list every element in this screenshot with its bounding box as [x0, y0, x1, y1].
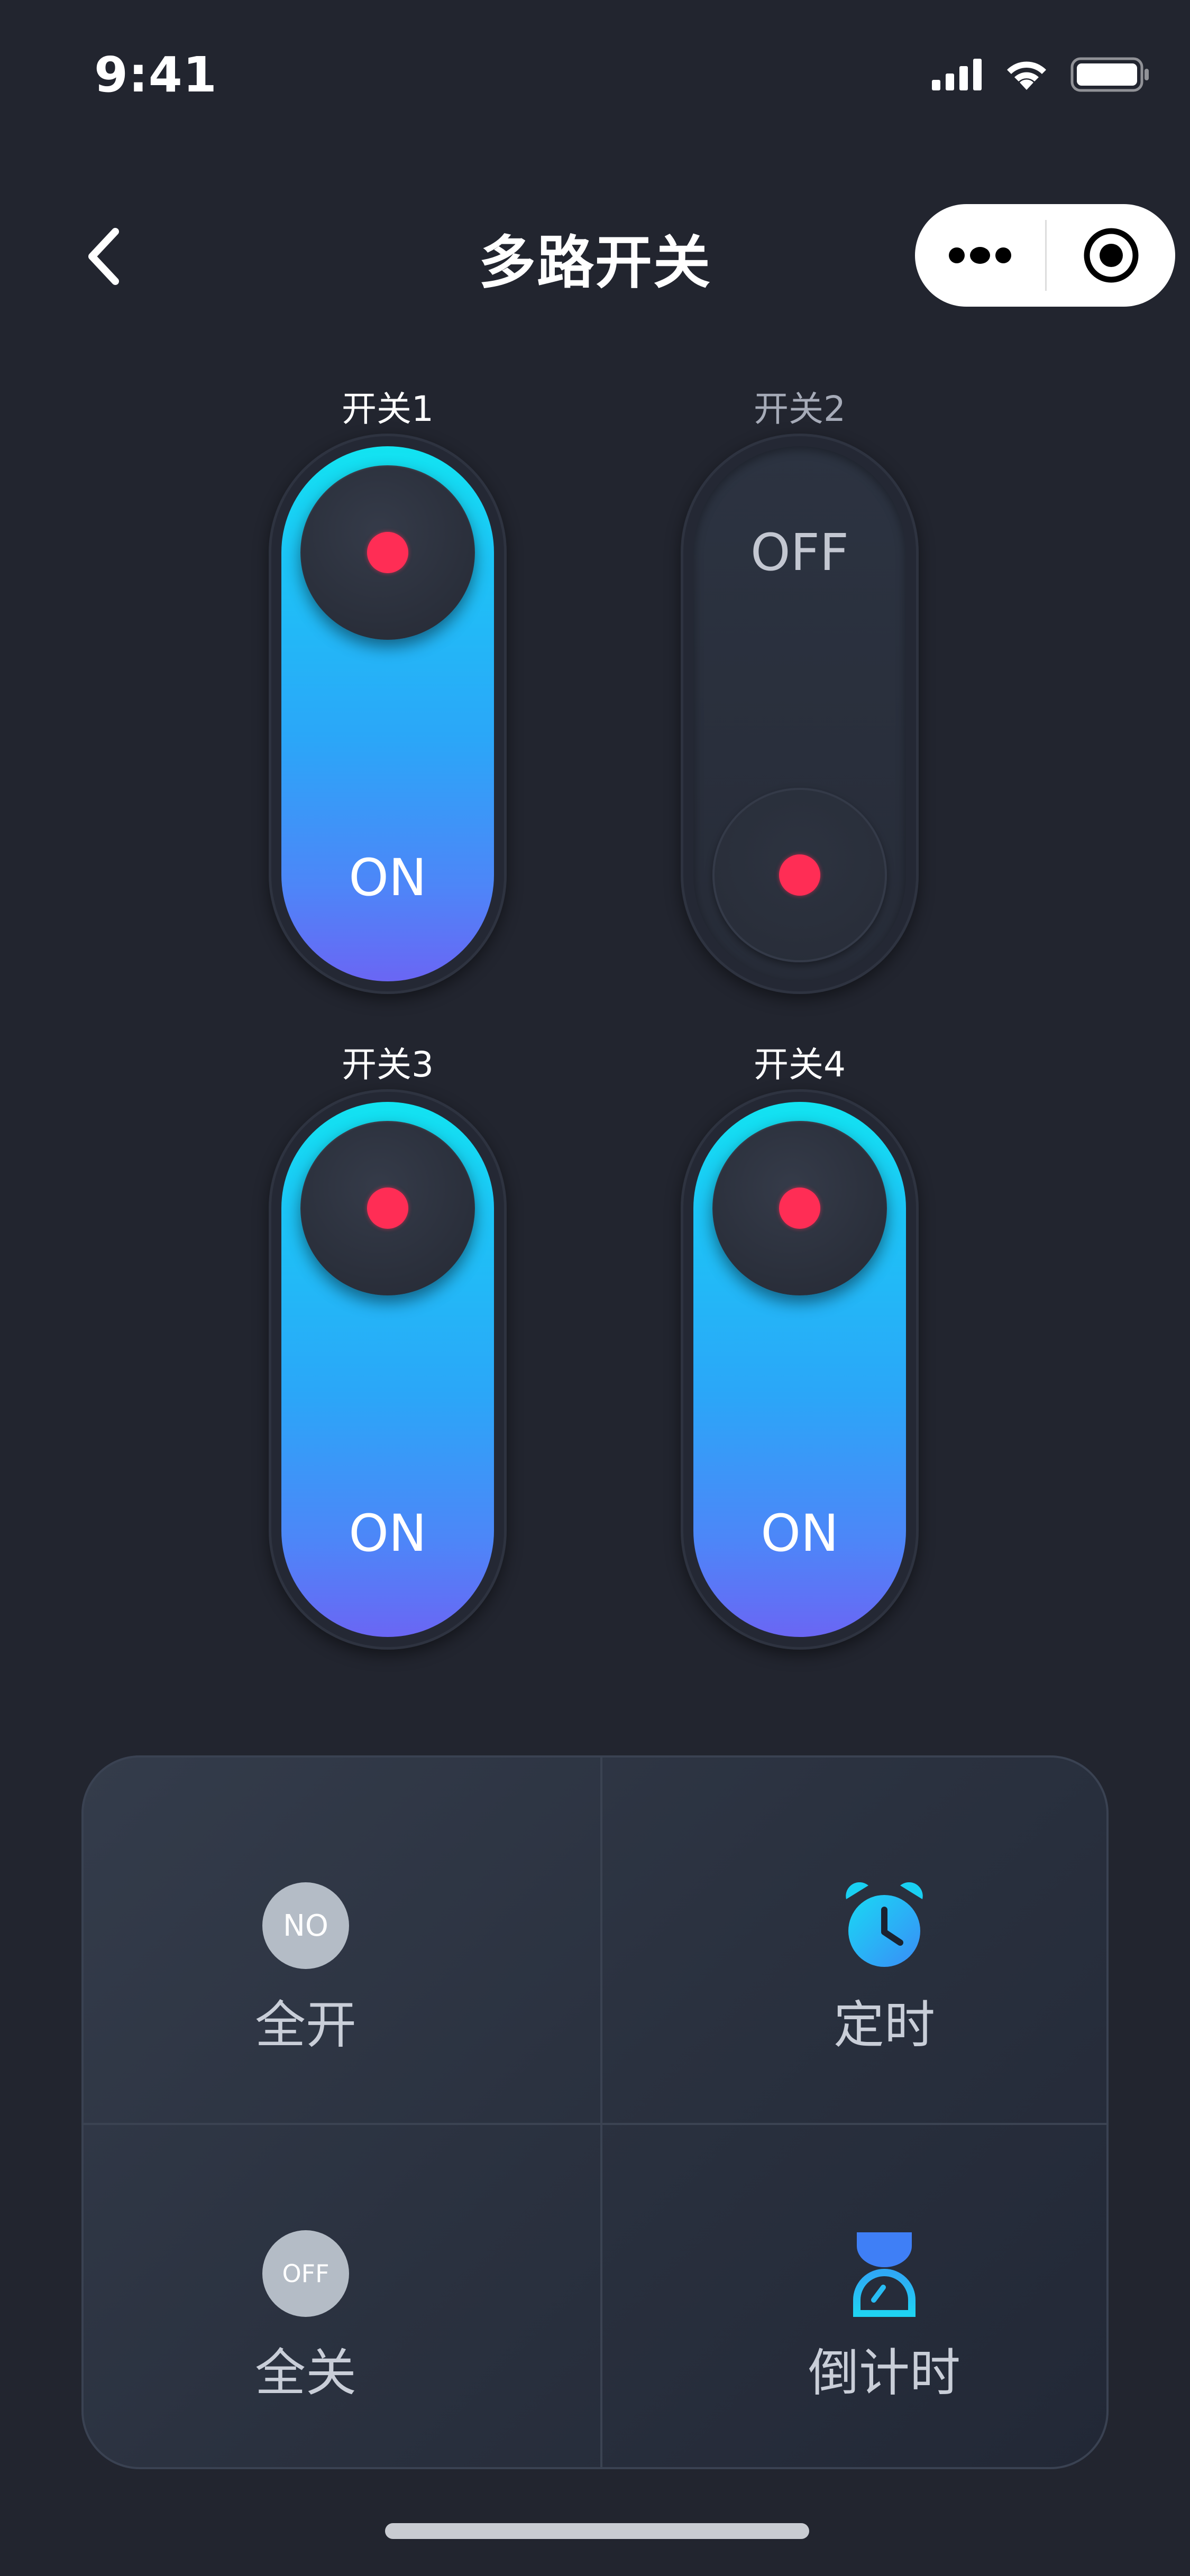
- indicator-dot: [367, 1188, 408, 1229]
- switch-3-label: 开关3: [342, 1044, 434, 1085]
- close-button[interactable]: [1047, 204, 1175, 307]
- control-panel: NO 全开 定时 OFF 全关 倒计时: [81, 1755, 1109, 2469]
- more-dots-icon: [949, 247, 1011, 264]
- switch-4-knob[interactable]: [712, 1121, 887, 1295]
- panel-divider-horizontal: [81, 2123, 1109, 2125]
- status-icons: [932, 57, 1150, 92]
- panel-divider-vertical: [600, 1755, 602, 2469]
- all-on-label: 全开: [255, 1995, 356, 2055]
- switch-3-track: ON: [281, 1102, 494, 1637]
- signal-icon: [932, 59, 982, 90]
- indicator-dot: [779, 1188, 820, 1229]
- indicator-dot: [779, 854, 820, 896]
- switch-4-toggle[interactable]: ON: [681, 1089, 919, 1650]
- all-off-label: 全关: [255, 2343, 356, 2403]
- timer-button[interactable]: 定时: [779, 1882, 990, 2057]
- switch-1: 开关1 ON: [269, 381, 507, 1005]
- status-time: 9:41: [94, 47, 217, 103]
- switch-3-state: ON: [349, 1504, 427, 1563]
- all-on-button[interactable]: NO 全开: [200, 1882, 411, 2057]
- switch-4-state: ON: [761, 1504, 839, 1563]
- target-close-icon: [1084, 228, 1138, 283]
- all-off-badge-icon: OFF: [262, 2230, 349, 2317]
- wifi-icon: [1007, 61, 1046, 90]
- countdown-button[interactable]: 倒计时: [779, 2230, 990, 2405]
- switch-3: 开关3 ON: [269, 1036, 507, 1660]
- switch-1-knob[interactable]: [300, 465, 475, 640]
- all-off-button[interactable]: OFF 全关: [200, 2230, 411, 2405]
- countdown-label: 倒计时: [808, 2343, 960, 2403]
- switch-2-knob[interactable]: [712, 788, 887, 962]
- switch-3-knob[interactable]: [300, 1121, 475, 1295]
- all-on-badge-icon: NO: [262, 1882, 349, 1969]
- switch-2-track: OFF: [693, 446, 906, 981]
- screen: 9:41 多路开关 开关1 ON 开关2 OFF 开关3 ON 开关4 ON N…: [0, 0, 1190, 2576]
- switch-2-state: OFF: [750, 523, 849, 582]
- switch-1-label: 开关1: [342, 389, 434, 429]
- switch-4-track: ON: [693, 1102, 906, 1637]
- switch-1-toggle[interactable]: ON: [269, 434, 507, 994]
- switch-1-track: ON: [281, 446, 494, 981]
- mini-program-capsule: [915, 204, 1175, 307]
- indicator-dot: [367, 532, 408, 573]
- switch-2-label: 开关2: [754, 389, 846, 429]
- home-indicator[interactable]: [385, 2523, 809, 2539]
- switch-4: 开关4 ON: [681, 1036, 919, 1660]
- hourglass-icon: [853, 2232, 916, 2317]
- battery-icon: [1070, 57, 1149, 92]
- switch-2-toggle[interactable]: OFF: [681, 434, 919, 994]
- switch-2: 开关2 OFF: [681, 381, 919, 1005]
- more-button[interactable]: [915, 204, 1045, 307]
- switch-3-toggle[interactable]: ON: [269, 1089, 507, 1650]
- alarm-clock-icon: [846, 1882, 923, 1967]
- switch-4-label: 开关4: [754, 1044, 846, 1085]
- switch-1-state: ON: [349, 848, 427, 907]
- timer-label: 定时: [834, 1995, 935, 2055]
